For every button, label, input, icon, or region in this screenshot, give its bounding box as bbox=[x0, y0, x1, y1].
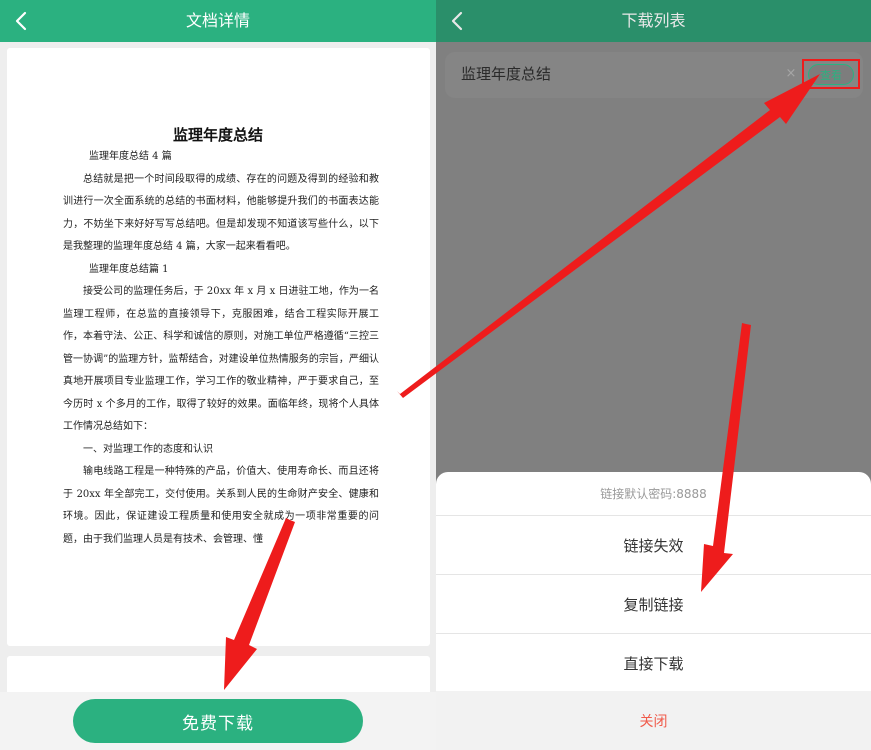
document-paragraph: 一、对监理工作的态度和认识 bbox=[83, 443, 213, 455]
page-title: 下载列表 bbox=[621, 11, 686, 30]
close-button[interactable]: 关闭 bbox=[436, 694, 871, 750]
back-button[interactable] bbox=[446, 9, 470, 33]
document-paragraph: 监理年度总结篇 1 bbox=[89, 263, 169, 275]
back-button[interactable] bbox=[10, 9, 34, 33]
chevron-left-icon bbox=[451, 11, 463, 31]
page-title: 文档详情 bbox=[185, 11, 250, 30]
document-title: 监理年度总结 bbox=[172, 126, 263, 144]
free-download-button[interactable]: 免费下载 bbox=[73, 699, 363, 743]
header-bar: 文档详情 bbox=[0, 0, 436, 42]
document-paragraph: 监理年度总结 4 篇 bbox=[89, 151, 172, 162]
download-item-name: 监理年度总结 bbox=[461, 65, 552, 83]
document-paragraph: 输电线路工程是一种特殊的产品，价值大、使用寿命长、而且还将于 20xx 年全部完… bbox=[63, 466, 379, 545]
header-bar: 下载列表 bbox=[436, 0, 871, 42]
link-password-hint: 链接默认密码:8888 bbox=[436, 472, 871, 516]
document-paragraph: 总结就是把一个时间段取得的成绩、存在的问题及得到的经验和教训进行一次全面系统的总… bbox=[63, 173, 379, 253]
chevron-left-icon bbox=[15, 11, 27, 31]
link-expired-option[interactable]: 链接失效 bbox=[436, 517, 871, 575]
direct-download-option[interactable]: 直接下载 bbox=[436, 635, 871, 693]
download-list-screen: 下载列表 监理年度总结 × 查看 链接默认密码:8888 链接失效 复制链接 直… bbox=[436, 0, 871, 750]
download-list-item[interactable]: 监理年度总结 × 查看 bbox=[445, 52, 863, 98]
view-button[interactable]: 查看 bbox=[808, 64, 854, 85]
copy-link-option[interactable]: 复制链接 bbox=[436, 576, 871, 634]
document-body: 监理年度总结 4 篇总结就是把一个时间段取得的成绩、存在的问题及得到的经验和教训… bbox=[63, 146, 379, 551]
remove-icon[interactable]: × bbox=[784, 65, 798, 83]
document-detail-screen: 文档详情 监理年度总结 监理年度总结 4 篇总结就是把一个时间段取得的成绩、存在… bbox=[0, 0, 436, 750]
action-sheet: 链接默认密码:8888 链接失效 复制链接 直接下载 关闭 bbox=[436, 472, 871, 750]
document-paragraph: 接受公司的监理任务后，于 20xx 年 x 月 x 日进驻工地，作为一名监理工程… bbox=[63, 286, 379, 432]
